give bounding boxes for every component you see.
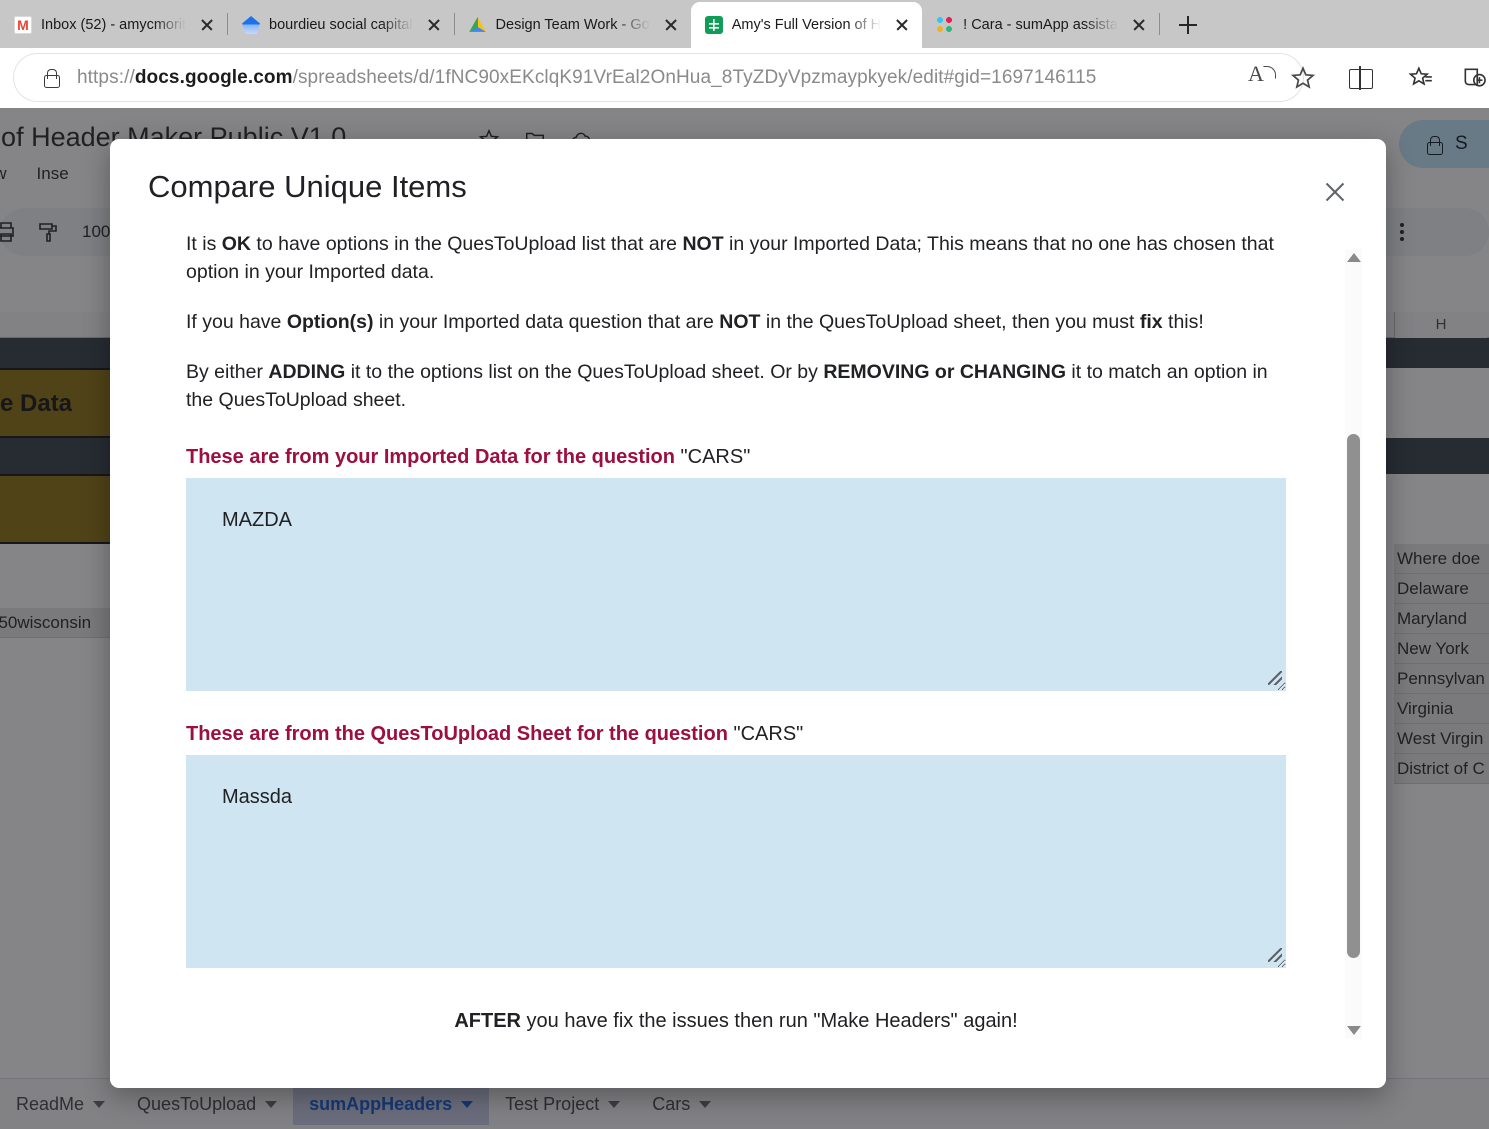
table-row[interactable]: District of C (1394, 754, 1489, 784)
chevron-down-icon[interactable] (608, 1100, 621, 1108)
paint-format-icon[interactable] (36, 220, 60, 249)
browser-tab-1[interactable]: bourdieu social capital (228, 2, 453, 48)
browser-tab-title: Inbox (52) - amycmorit (41, 17, 187, 33)
browser-tab-4[interactable]: ! Cara - sumApp assista (922, 2, 1159, 48)
zoom-level-selector[interactable]: 100 (82, 222, 110, 242)
scroll-up-arrow-icon[interactable] (1347, 253, 1361, 262)
grid-cell-left[interactable]: 350wisconsin (0, 608, 114, 638)
read-aloud-icon[interactable] (1248, 61, 1276, 91)
grid-column-h-cells: Where doe Delaware Maryland New York Pen… (1394, 544, 1489, 784)
compare-unique-items-dialog: Compare Unique Items It is OK to have op… (110, 139, 1386, 1088)
new-tab-button[interactable] (1168, 5, 1208, 45)
sheet-tab-test-project[interactable]: Test Project (489, 1083, 636, 1125)
more-options-kebab-icon[interactable] (1390, 220, 1414, 244)
browser-tab-2[interactable]: Design Team Work - Go (455, 2, 691, 48)
address-bar-url: https://docs.google.com/spreadsheets/d/1… (77, 66, 1097, 88)
menu-item-view[interactable]: View (0, 164, 7, 184)
sheet-tab-sumappheaders[interactable]: sumAppHeaders (293, 1083, 490, 1125)
gold-header-cell-label: te Data (0, 390, 73, 417)
imported-data-section-heading: These are from your Imported Data for th… (186, 446, 1290, 469)
browser-tab-title: ! Cara - sumApp assista (963, 17, 1118, 33)
section-heading-text: These are from the QuesToUpload Sheet fo… (186, 723, 728, 746)
gmail-icon (14, 16, 32, 34)
close-icon[interactable] (1320, 177, 1350, 207)
imported-data-textarea[interactable] (186, 478, 1286, 692)
browser-tab-strip: Inbox (52) - amycmorit bourdieu social c… (0, 0, 1489, 48)
close-icon[interactable] (422, 13, 446, 37)
table-row[interactable]: Maryland (1394, 604, 1489, 634)
questoupload-section-heading: These are from the QuesToUpload Sheet fo… (186, 723, 1290, 746)
blue-diamond-icon (242, 16, 261, 34)
section-heading-text: These are from your Imported Data for th… (186, 446, 675, 469)
google-sheets-icon (704, 16, 723, 34)
dialog-body: It is OK to have options in the QuesToUp… (110, 231, 1386, 1088)
tab-divider (1158, 13, 1160, 35)
lock-icon (1423, 132, 1445, 156)
sheets-menu-bar: View Inse (0, 164, 69, 184)
collections-icon[interactable] (1408, 65, 1434, 96)
scroll-down-arrow-icon[interactable] (1347, 1026, 1361, 1035)
sheet-tab-label: sumAppHeaders (309, 1093, 453, 1114)
questoupload-textarea[interactable] (186, 755, 1286, 969)
footer-instruction: AFTER you have fix the issues then run "… (454, 1010, 1018, 1033)
sheet-tab-label: Cars (652, 1093, 691, 1114)
instruction-paragraph-2: If you have Option(s) in your Imported d… (186, 310, 1204, 333)
column-header-h[interactable]: H (1394, 312, 1487, 338)
table-row[interactable]: Virginia (1394, 694, 1489, 724)
scrollbar-thumb[interactable] (1347, 434, 1360, 958)
instruction-paragraph-3: By either ADDING it to the options list … (186, 360, 1268, 411)
section-question-name: "CARS" (680, 446, 751, 469)
address-bar[interactable]: https://docs.google.com/spreadsheets/d/1… (14, 54, 1303, 101)
browser-tab-title: bourdieu social capital (269, 17, 413, 33)
print-icon[interactable] (0, 220, 18, 249)
section-question-name: "CARS" (733, 723, 804, 746)
dialog-title: Compare Unique Items (148, 169, 467, 204)
chevron-down-icon[interactable] (699, 1100, 712, 1108)
split-screen-icon[interactable] (1347, 65, 1373, 91)
close-icon[interactable] (890, 13, 914, 37)
browser-tab-title: Amy's Full Version of H (731, 17, 882, 33)
close-icon[interactable] (195, 13, 219, 37)
sheet-tab-readme[interactable]: ReadMe (0, 1083, 121, 1125)
gold-cell[interactable] (0, 474, 114, 544)
sheet-tab-label: Test Project (505, 1093, 600, 1114)
sheet-tab-label: QuesToUpload (137, 1093, 257, 1114)
browser-tab-3-active[interactable]: Amy's Full Version of H (690, 2, 923, 48)
browser-tab-0[interactable]: Inbox (52) - amycmorit (0, 2, 227, 48)
add-collection-icon[interactable] (1461, 65, 1487, 96)
table-row[interactable]: Delaware (1394, 574, 1489, 604)
chevron-down-icon[interactable] (93, 1100, 106, 1108)
browser-tab-title: Design Team Work - Go (495, 17, 650, 33)
table-row[interactable]: West Virgin (1394, 724, 1489, 754)
close-icon[interactable] (1127, 13, 1151, 37)
chevron-down-icon[interactable] (265, 1100, 278, 1108)
table-row[interactable]: Pennsylvan (1394, 664, 1489, 694)
favorite-star-icon[interactable] (1290, 65, 1316, 91)
chevron-down-icon[interactable] (461, 1100, 474, 1108)
close-icon[interactable] (659, 13, 683, 37)
instruction-paragraph-1: It is OK to have options in the QuesToUp… (186, 233, 1274, 283)
slack-icon (936, 16, 955, 34)
dialog-scrollbar[interactable] (1345, 249, 1362, 1039)
share-button-label: S (1455, 133, 1468, 154)
browser-window: Inbox (52) - amycmorit bourdieu social c… (0, 0, 1489, 1129)
google-drive-icon (469, 17, 486, 32)
sheet-tab-label: ReadMe (16, 1093, 85, 1114)
browser-toolbar: https://docs.google.com/spreadsheets/d/1… (0, 48, 1489, 108)
table-row[interactable]: New York (1394, 634, 1489, 664)
lock-icon (40, 66, 62, 90)
table-row[interactable]: Where doe (1394, 544, 1489, 574)
share-button[interactable]: S (1399, 120, 1489, 168)
sheet-tab-cars[interactable]: Cars (636, 1083, 727, 1125)
menu-item-insert[interactable]: Inse (37, 164, 69, 184)
sheet-tab-questoupload[interactable]: QuesToUpload (121, 1083, 293, 1125)
